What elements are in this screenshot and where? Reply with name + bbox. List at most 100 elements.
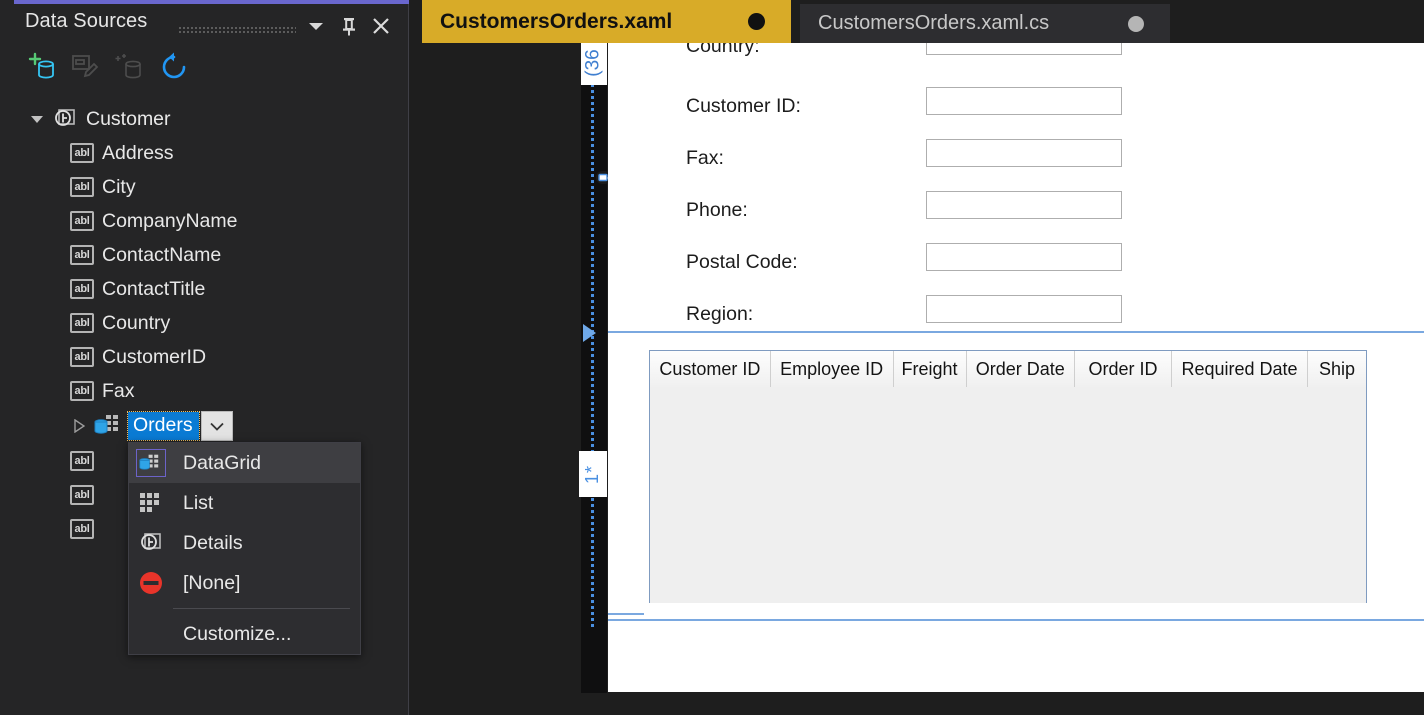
- edit-dataset-icon: [66, 48, 106, 86]
- menu-item-details[interactable]: Details: [129, 523, 360, 563]
- modified-dot-icon[interactable]: [748, 13, 765, 30]
- menu-item-label: List: [183, 492, 213, 515]
- expander-expand-icon[interactable]: [70, 417, 88, 435]
- abl-field-icon: abl: [70, 177, 94, 197]
- orders-datagrid[interactable]: Customer ID Employee ID Freight Order Da…: [649, 350, 1367, 603]
- menu-item-label: DataGrid: [183, 452, 261, 475]
- tree-field-label: CustomerID: [102, 346, 206, 369]
- datagrid-column-header[interactable]: Customer ID: [650, 351, 771, 387]
- field-label: Customer ID:: [686, 95, 801, 118]
- orders-control-type-menu: DataGrid List: [128, 442, 361, 655]
- abl-field-icon: abl: [70, 279, 94, 299]
- tab-label: CustomersOrders.xaml: [440, 10, 672, 34]
- design-canvas[interactable]: Country: Customer ID: Fax: Phone: Postal…: [608, 43, 1424, 692]
- grid-divider-tick: [608, 613, 644, 615]
- field-label: Phone:: [686, 199, 748, 222]
- menu-item-label: [None]: [183, 572, 240, 595]
- form-row-country: Country:: [686, 43, 1126, 85]
- region-input[interactable]: [926, 295, 1122, 323]
- datagrid-table-icon: [129, 449, 173, 477]
- tree-field-label: Address: [102, 142, 174, 165]
- pin-icon[interactable]: [336, 14, 362, 38]
- menu-separator: [173, 608, 350, 609]
- datagrid-table-icon: [94, 413, 124, 439]
- refresh-icon[interactable]: [154, 48, 194, 86]
- tree-node-orders[interactable]: Orders: [0, 408, 409, 444]
- customer-id-input[interactable]: [926, 87, 1122, 115]
- drag-grip-dots[interactable]: [178, 26, 296, 34]
- field-label: Fax:: [686, 147, 724, 170]
- grid-divider-line[interactable]: [608, 619, 1424, 621]
- abl-field-icon: abl: [70, 485, 94, 505]
- datagrid-column-header[interactable]: Order ID: [1075, 351, 1172, 387]
- abl-field-icon: abl: [70, 143, 94, 163]
- form-row-postal-code: Postal Code:: [686, 241, 1126, 293]
- datagrid-column-header[interactable]: Employee ID: [771, 351, 894, 387]
- modified-dot-icon[interactable]: [1128, 16, 1144, 32]
- visual-studio-window: Data Sources: [0, 0, 1424, 715]
- close-icon[interactable]: [368, 14, 394, 38]
- tree-field-label: Country: [102, 312, 170, 335]
- postal-code-input[interactable]: [926, 243, 1122, 271]
- grid-column-size-value: (36: [583, 49, 605, 76]
- grid-column-size-label[interactable]: (36: [581, 43, 607, 85]
- panel-title: Data Sources: [25, 10, 147, 33]
- grid-column-rail[interactable]: [581, 43, 607, 693]
- field-label: Country:: [686, 43, 760, 58]
- datagrid-body[interactable]: [650, 387, 1366, 603]
- tree-field-contactname[interactable]: abl ContactName: [0, 238, 409, 272]
- tree-field-companyname[interactable]: abl CompanyName: [0, 204, 409, 238]
- tree-node-customer[interactable]: Customer: [0, 102, 409, 136]
- chevron-down-icon[interactable]: [303, 14, 329, 38]
- abl-field-icon: abl: [70, 519, 94, 539]
- abl-field-icon: abl: [70, 313, 94, 333]
- customer-details-form: Country: Customer ID: Fax: Phone: Postal…: [686, 43, 1126, 345]
- menu-item-label: Customize...: [183, 623, 291, 646]
- grid-row-marker-icon[interactable]: [583, 324, 596, 342]
- tree-field-label: CompanyName: [102, 210, 237, 233]
- datagrid-column-header[interactable]: Freight: [894, 351, 967, 387]
- field-label: Postal Code:: [686, 251, 798, 274]
- tree-node-label: Orders: [128, 412, 199, 440]
- menu-item-datagrid[interactable]: DataGrid: [129, 443, 360, 483]
- tree-field-city[interactable]: abl City: [0, 170, 409, 204]
- tree-field-country[interactable]: abl Country: [0, 306, 409, 340]
- xaml-design-surface: (36 1*: [409, 43, 1424, 715]
- form-row-fax: Fax:: [686, 137, 1126, 189]
- tab-label: CustomersOrders.xaml.cs: [818, 12, 1049, 35]
- menu-item-label: Details: [183, 532, 243, 555]
- datagrid-column-header[interactable]: Ship: [1308, 351, 1366, 387]
- menu-item-none[interactable]: [None]: [129, 563, 360, 603]
- datagrid-column-header[interactable]: Required Date: [1172, 351, 1308, 387]
- tree-field-contacttitle[interactable]: abl ContactTitle: [0, 272, 409, 306]
- menu-item-list[interactable]: List: [129, 483, 360, 523]
- tree-field-fax[interactable]: abl Fax: [0, 374, 409, 408]
- tree-field-label: ContactTitle: [102, 278, 205, 301]
- datagrid-column-header[interactable]: Order Date: [967, 351, 1075, 387]
- list-icon: [129, 491, 173, 515]
- tree-field-address[interactable]: abl Address: [0, 136, 409, 170]
- tree-field-label: Fax: [102, 380, 135, 403]
- details-object-icon: [129, 531, 173, 555]
- tab-customersorders-xaml[interactable]: CustomersOrders.xaml: [422, 0, 791, 43]
- form-row-customer-id: Customer ID:: [686, 85, 1126, 137]
- expander-collapse-icon[interactable]: [28, 110, 46, 128]
- add-new-data-source-icon[interactable]: [22, 48, 62, 86]
- tree-node-label: Customer: [86, 108, 171, 131]
- data-sources-panel: Data Sources: [0, 0, 409, 715]
- phone-input[interactable]: [926, 191, 1122, 219]
- tree-field-customerid[interactable]: abl CustomerID: [0, 340, 409, 374]
- field-label: Region:: [686, 303, 753, 326]
- abl-field-icon: abl: [70, 451, 94, 471]
- fax-input[interactable]: [926, 139, 1122, 167]
- menu-item-customize[interactable]: Customize...: [129, 614, 360, 654]
- grid-row-size-value: 1*: [582, 464, 603, 483]
- orders-dropdown-button[interactable]: [201, 411, 233, 441]
- abl-field-icon: abl: [70, 245, 94, 265]
- none-forbidden-icon: [129, 570, 173, 596]
- tab-customersorders-xaml-cs[interactable]: CustomersOrders.xaml.cs: [800, 4, 1170, 43]
- grid-row-size-label[interactable]: 1*: [579, 451, 607, 497]
- form-row-region: Region:: [686, 293, 1126, 345]
- abl-field-icon: abl: [70, 347, 94, 367]
- country-input[interactable]: [926, 43, 1122, 55]
